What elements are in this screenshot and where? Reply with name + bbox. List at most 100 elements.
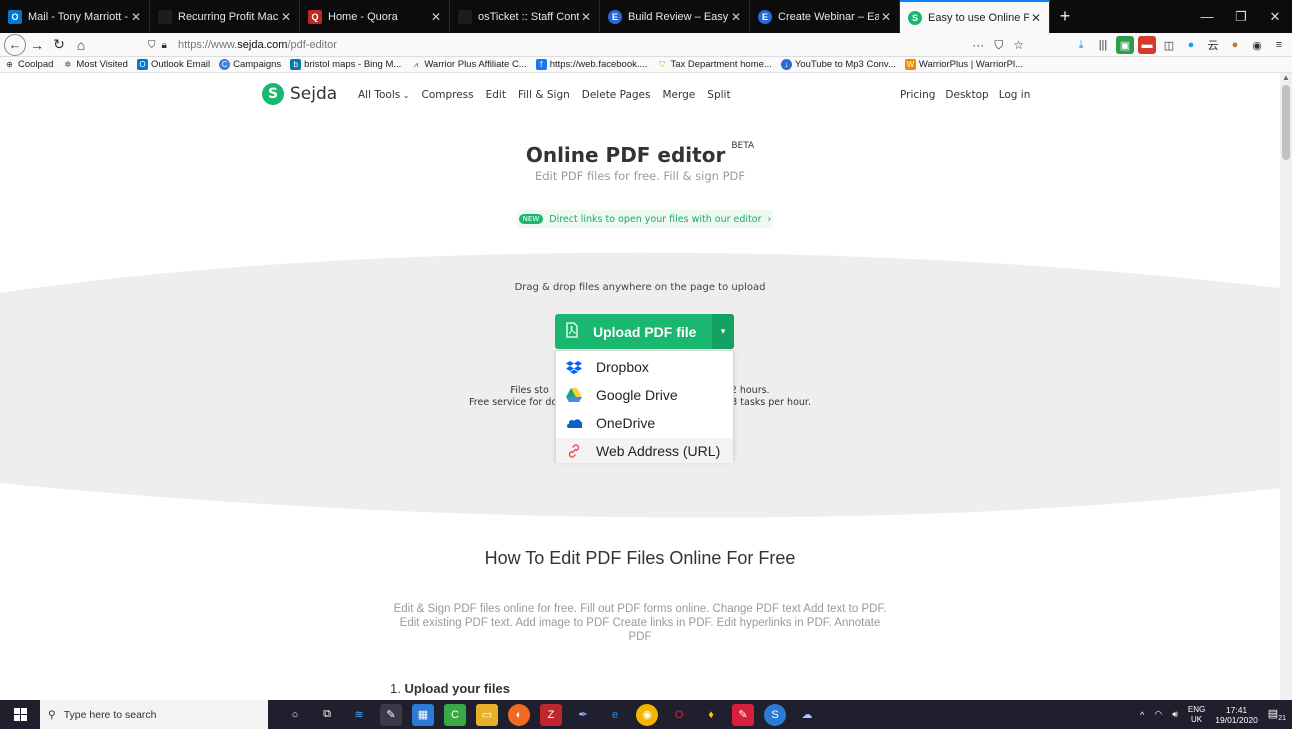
nav-compress[interactable]: Compress: [421, 89, 473, 101]
nav-login[interactable]: Log in: [999, 89, 1031, 101]
bookmark-item[interactable]: ⩘ Warrior Plus Affiliate C...: [410, 59, 527, 70]
tab-quora[interactable]: Q Home - Quora ✕: [300, 0, 450, 33]
tab-outlook[interactable]: O Mail - Tony Marriott - Outlook ✕: [0, 0, 150, 33]
nav-edit[interactable]: Edit: [486, 89, 506, 101]
windows-start-icon[interactable]: [0, 700, 40, 729]
back-arrow-icon[interactable]: ←: [4, 33, 26, 56]
file-explorer-icon[interactable]: ▭: [476, 703, 498, 726]
tab-osticket[interactable]: osTicket :: Staff Control Panel ✕: [450, 0, 600, 33]
app-cloud-icon[interactable]: ☁: [796, 704, 818, 726]
scrollbar-thumb[interactable]: [1282, 85, 1290, 160]
close-icon[interactable]: ✕: [129, 10, 143, 24]
app-sejda-icon[interactable]: S: [764, 703, 786, 726]
bookmark-star-icon[interactable]: ☆: [1013, 38, 1024, 53]
page-actions-icon[interactable]: ···: [972, 38, 984, 53]
upload-pdf-button[interactable]: Upload PDF file ▾: [555, 314, 734, 349]
app-green-icon[interactable]: C: [444, 703, 466, 726]
close-icon[interactable]: ✕: [279, 10, 293, 24]
account-icon[interactable]: ◉: [1248, 36, 1266, 54]
taskbar-search[interactable]: ⚲ Type here to search: [40, 700, 268, 729]
step-number: 1.: [390, 681, 401, 696]
extension-cookie-icon[interactable]: ●: [1226, 36, 1244, 54]
nav-fill-sign[interactable]: Fill & Sign: [518, 89, 570, 101]
extension-blue-icon[interactable]: ●: [1182, 36, 1200, 54]
restore-icon[interactable]: ❐: [1224, 0, 1258, 33]
app-paint-icon[interactable]: ✎: [380, 703, 402, 726]
app-sheets-icon[interactable]: ▦: [412, 703, 434, 726]
filezilla-icon[interactable]: Z: [540, 703, 562, 726]
sejda-logo[interactable]: S Sejda: [262, 83, 337, 105]
dropdown-item-onedrive[interactable]: OneDrive: [556, 410, 733, 435]
volume-icon[interactable]: 🔊︎: [1172, 709, 1178, 720]
nav-pricing[interactable]: Pricing: [900, 89, 935, 101]
upload-options-toggle[interactable]: ▾: [712, 314, 734, 349]
minimize-icon[interactable]: —: [1190, 0, 1224, 33]
downloads-icon[interactable]: ⤓: [1072, 36, 1090, 54]
tab-build-review[interactable]: E Build Review – Easy Pro Review ✕: [600, 0, 750, 33]
close-icon[interactable]: ✕: [579, 10, 593, 24]
cortana-icon[interactable]: ○: [284, 704, 306, 726]
bookmark-item[interactable]: b bristol maps - Bing M...: [290, 59, 401, 70]
nav-all-tools[interactable]: All Tools ⌄: [358, 89, 409, 101]
clock[interactable]: 17:41 19/01/2020: [1215, 705, 1258, 725]
notifications-icon[interactable]: ▤21: [1268, 707, 1286, 722]
extension-chinese-icon[interactable]: 云: [1204, 36, 1222, 54]
close-icon[interactable]: ✕: [429, 10, 443, 24]
app-pen-icon[interactable]: ✒: [572, 704, 594, 726]
edge-icon[interactable]: e: [604, 704, 626, 726]
language-indicator[interactable]: ENG UK: [1188, 705, 1205, 725]
dropdown-item-web-address[interactable]: Web Address (URL): [556, 438, 733, 463]
extension-green-icon[interactable]: ▣: [1116, 36, 1134, 54]
nav-merge[interactable]: Merge: [663, 89, 696, 101]
dropdown-item-dropbox[interactable]: Dropbox: [556, 354, 733, 379]
bookmark-item[interactable]: C Campaigns: [219, 59, 281, 70]
bookmark-item[interactable]: ⛉ Tax Department home...: [656, 59, 772, 70]
reload-icon[interactable]: ↻: [48, 34, 70, 56]
beta-badge: BETA: [731, 141, 755, 151]
sidebar-icon[interactable]: ◫: [1160, 36, 1178, 54]
dropdown-item-google-drive[interactable]: Google Drive: [556, 382, 733, 407]
bookmark-item[interactable]: ⊕ Coolpad: [4, 59, 53, 70]
bookmark-item[interactable]: O Outlook Email: [136, 59, 210, 70]
app-pin-icon[interactable]: ♦: [700, 704, 722, 726]
tab-title: Mail - Tony Marriott - Outlook: [28, 10, 129, 23]
tray-chevron-icon[interactable]: ^: [1140, 710, 1144, 720]
pocket-icon[interactable]: ⛉: [994, 38, 1003, 53]
easypro-icon: E: [608, 9, 622, 24]
network-icon[interactable]: ◠: [1154, 709, 1162, 720]
direct-links-banner[interactable]: NEW Direct links to open your files with…: [517, 210, 773, 228]
url-bar[interactable]: ⛉ 🔒︎ https://www.sejda.com/pdf-editor ··…: [140, 35, 1030, 55]
tab-title: Home - Quora: [328, 10, 398, 23]
opera-icon[interactable]: O: [668, 704, 690, 726]
nav-delete-pages[interactable]: Delete Pages: [582, 89, 651, 101]
close-icon[interactable]: ✕: [879, 10, 893, 24]
nav-split[interactable]: Split: [707, 89, 730, 101]
extension-red-icon[interactable]: ▬: [1138, 36, 1156, 54]
library-icon[interactable]: |||: [1094, 36, 1112, 54]
tab-recurring-profit[interactable]: Recurring Profit Machine JV ✕: [150, 0, 300, 33]
shield-icon[interactable]: ⛉: [148, 40, 156, 51]
app-red-icon[interactable]: ✎: [732, 703, 754, 726]
app-wave-icon[interactable]: ≋: [348, 704, 370, 726]
firefox-icon[interactable]: ◐: [508, 703, 530, 726]
home-icon[interactable]: ⌂: [70, 34, 92, 56]
menu-icon[interactable]: ≡: [1270, 36, 1288, 54]
forward-arrow-icon[interactable]: →: [26, 34, 48, 56]
page-scrollbar[interactable]: ▲: [1280, 73, 1292, 700]
tab-create-webinar[interactable]: E Create Webinar – Easy Pro Web ✕: [750, 0, 900, 33]
close-icon[interactable]: ✕: [729, 10, 743, 24]
tab-sejda[interactable]: S Easy to use Online PDF editor ✕: [900, 0, 1050, 33]
close-icon[interactable]: ✕: [1029, 11, 1043, 25]
bookmark-item[interactable]: f https://web.facebook....: [535, 59, 647, 70]
new-tab-button[interactable]: +: [1050, 0, 1080, 33]
chrome-icon[interactable]: ◉: [636, 703, 658, 726]
close-window-icon[interactable]: ✕: [1258, 0, 1292, 33]
nav-desktop[interactable]: Desktop: [945, 89, 988, 101]
bookmark-item[interactable]: W WarriorPlus | WarriorPl...: [904, 59, 1023, 70]
scroll-up-icon[interactable]: ▲: [1280, 73, 1292, 83]
url-text[interactable]: https://www.sejda.com/pdf-editor: [178, 39, 970, 51]
lock-icon[interactable]: 🔒︎: [162, 40, 167, 51]
task-view-icon[interactable]: ⧉: [316, 704, 338, 726]
bookmark-item[interactable]: ↓ YouTube to Mp3 Conv...: [780, 59, 896, 70]
bookmark-item[interactable]: ✲ Most Visited: [62, 59, 128, 70]
